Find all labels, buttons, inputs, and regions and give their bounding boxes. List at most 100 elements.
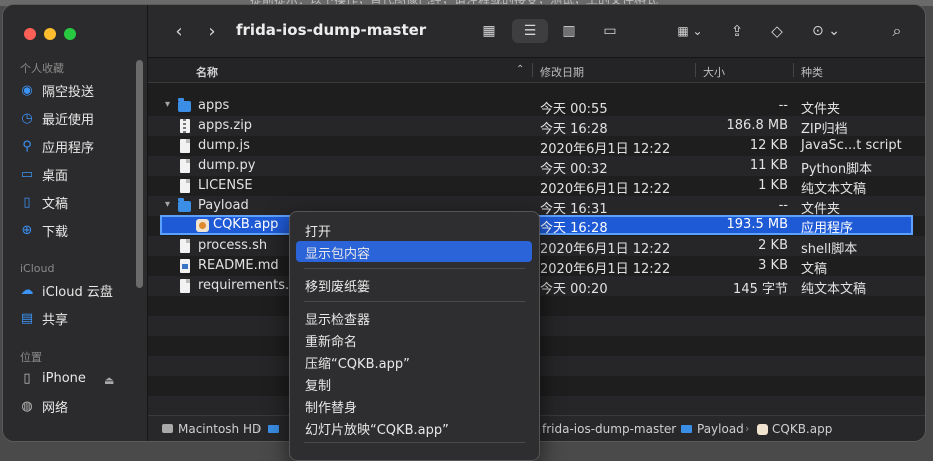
file-date: 2020年6月1日 12:22: [540, 142, 671, 157]
menu-item-open[interactable]: 打开: [296, 219, 532, 240]
sidebar-item-downloads[interactable]: ⊕ 下载: [18, 219, 68, 241]
forward-chevron-icon[interactable]: ›: [203, 19, 221, 43]
column-view-button[interactable]: ▥: [556, 19, 582, 43]
close-window-button[interactable]: [24, 28, 36, 40]
sidebar-section-favorites: 个人收藏: [20, 62, 64, 75]
document-icon: [180, 279, 190, 293]
path-item-frida[interactable]: frida-ios-dump-master: [542, 422, 676, 436]
column-modified[interactable]: 修改日期: [540, 64, 584, 80]
file-date: 今天 16:28: [540, 122, 608, 137]
file-name: README.md: [198, 258, 279, 273]
file-size: --: [778, 98, 788, 113]
menu-item-slideshow[interactable]: 幻灯片放映“CQKB.app”: [296, 417, 532, 438]
menu-separator: [304, 301, 525, 302]
sidebar-scrollbar[interactable]: [136, 60, 143, 288]
column-name[interactable]: 名称: [196, 64, 218, 80]
path-item-app[interactable]: CQKB.app: [772, 422, 832, 436]
disclosure-triangle-icon[interactable]: ▾: [165, 99, 170, 110]
hard-drive-icon: [162, 424, 173, 433]
menu-separator: [304, 442, 525, 443]
folder-icon: [178, 98, 191, 112]
share-icon[interactable]: ⇪: [726, 19, 748, 43]
column-kind[interactable]: 种类: [801, 64, 823, 80]
sidebar-item-documents[interactable]: ▯ 文稿: [18, 191, 68, 213]
shared-folder-icon: ▤: [20, 310, 34, 326]
column-size[interactable]: 大小: [703, 64, 725, 80]
file-name: LICENSE: [198, 178, 253, 193]
menu-item-make-alias[interactable]: 制作替身: [296, 395, 532, 416]
eject-icon[interactable]: ⏏: [104, 374, 114, 387]
file-kind: 纯文本文稿: [801, 282, 867, 297]
sidebar-section-locations: 位置: [20, 351, 42, 364]
folder-icon: [178, 198, 191, 212]
disclosure-triangle-icon[interactable]: ▾: [165, 199, 170, 210]
file-date: 今天 00:32: [540, 162, 608, 177]
file-row[interactable]: apps.zip 今天 16:28 186.8 MB ZIP归档: [148, 116, 925, 137]
menu-item-rename[interactable]: 重新命名: [296, 329, 532, 350]
sidebar-item-shared[interactable]: ▤ 共享: [18, 307, 68, 329]
sidebar-item-iphone[interactable]: ▯ iPhone: [18, 367, 85, 389]
sort-chevron-icon: ⌃: [516, 64, 525, 75]
network-icon: ◍: [21, 398, 33, 414]
zoom-window-button[interactable]: [64, 28, 76, 40]
sidebar-item-airdrop[interactable]: ◉ 隔空投送: [18, 79, 94, 101]
sidebar-item-applications[interactable]: ⚲ 应用程序: [18, 135, 94, 157]
sidebar-item-icloud-drive[interactable]: ☁ iCloud 云盘: [18, 279, 113, 301]
file-size: 1 KB: [758, 178, 788, 193]
file-date: 2020年6月1日 12:22: [540, 242, 671, 257]
app-icon: [757, 424, 768, 435]
sidebar-section-icloud: iCloud: [20, 262, 55, 275]
tag-icon[interactable]: ◇: [766, 19, 788, 43]
path-item-macintosh-hd[interactable]: Macintosh HD: [178, 422, 261, 436]
file-size: 11 KB: [749, 158, 788, 173]
gallery-view-button[interactable]: ▭: [596, 19, 624, 43]
column-divider[interactable]: [695, 63, 696, 77]
path-item-payload[interactable]: Payload: [697, 422, 744, 436]
document-icon: [180, 159, 190, 173]
folder-icon: [681, 425, 692, 433]
file-row[interactable]: dump.js 2020年6月1日 12:22 12 KB JavaSc...t…: [148, 136, 925, 157]
column-divider[interactable]: [532, 63, 533, 77]
icon-view-button[interactable]: ▦: [476, 19, 502, 43]
iphone-icon: ▯: [23, 370, 31, 386]
file-size: 2 KB: [758, 238, 788, 253]
sidebar-item-desktop[interactable]: ▭ 桌面: [18, 163, 68, 185]
search-icon[interactable]: ⌕: [886, 19, 908, 43]
minimize-window-button[interactable]: [44, 28, 56, 40]
file-kind: 应用程序: [801, 221, 854, 236]
more-actions-button[interactable]: ⊙ ⌄: [806, 19, 846, 43]
file-kind: Python脚本: [801, 162, 873, 177]
menu-item-move-to-trash[interactable]: 移到废纸篓: [296, 274, 532, 295]
column-header: 名称 ⌃ 修改日期 大小 种类: [148, 58, 925, 83]
file-kind: ZIP归档: [801, 122, 848, 137]
sidebar: 个人收藏 ◉ 隔空投送 ◷ 最近使用 ⚲ 应用程序 ▭ 桌面 ▯ 文稿 ⊕ 下载 iClou…: [3, 5, 148, 441]
column-divider[interactable]: [793, 63, 794, 77]
menu-item-get-info[interactable]: 显示检查器: [296, 307, 532, 328]
file-date: 2020年6月1日 12:22: [540, 262, 671, 277]
file-name: CQKB.app: [213, 217, 279, 232]
download-icon: ⊕: [21, 222, 33, 238]
group-by-button[interactable]: ▦ ⌄: [668, 19, 712, 43]
desktop-icon: ▭: [20, 166, 34, 182]
sidebar-item-recents[interactable]: ◷ 最近使用: [18, 107, 94, 129]
clock-icon: ◷: [21, 110, 33, 126]
file-kind: 文稿: [801, 262, 828, 277]
file-name: apps.zip: [198, 118, 253, 133]
file-kind: 文件夹: [801, 102, 841, 117]
menu-item-show-package-contents[interactable]: 显示包内容: [296, 241, 532, 262]
file-size: --: [778, 198, 788, 213]
file-row[interactable]: ▾ apps 今天 00:55 -- 文件夹: [148, 96, 925, 117]
file-date: 今天 00:20: [540, 282, 608, 297]
apps-icon: ⚲: [22, 138, 32, 154]
file-row[interactable]: LICENSE 2020年6月1日 12:22 1 KB 纯文本文稿: [148, 176, 925, 197]
back-chevron-icon[interactable]: ‹: [170, 19, 188, 43]
file-date: 2020年6月1日 12:22: [540, 182, 671, 197]
sidebar-item-network[interactable]: ◍ 网络: [18, 395, 68, 417]
list-view-button[interactable]: ☰: [512, 19, 548, 43]
file-size: 145 字节: [733, 282, 788, 297]
file-name: Payload: [198, 198, 249, 213]
menu-item-duplicate[interactable]: 复制: [296, 373, 532, 394]
file-row[interactable]: dump.py 今天 00:32 11 KB Python脚本: [148, 156, 925, 177]
menu-item-compress[interactable]: 压缩“CQKB.app”: [296, 351, 532, 372]
file-date: 今天 16:28: [540, 221, 608, 236]
